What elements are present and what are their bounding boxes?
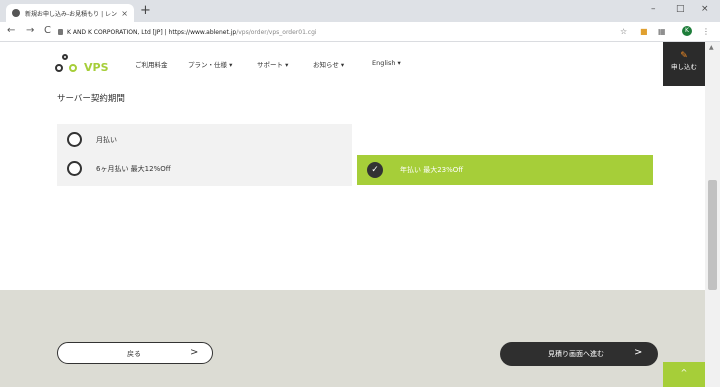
address-bar[interactable]: K AND K CORPORATION, Ltd [JP] | https://…: [58, 25, 613, 39]
globe-icon: [12, 9, 20, 17]
option-label: 6ヶ月払い 最大12%Off: [96, 164, 171, 173]
quote-button-label: 見積り画面へ進む: [548, 350, 604, 358]
nav-item-pricing[interactable]: ご利用料金: [135, 59, 168, 69]
menu-icon[interactable]: ⋮: [702, 27, 710, 36]
section-title: サーバー契約期間: [57, 94, 125, 104]
close-window-button[interactable]: ×: [701, 4, 709, 14]
browser-tab[interactable]: 新規お申し込み-お見積もり | レンタ... ×: [6, 4, 134, 22]
profile-avatar[interactable]: K: [682, 26, 692, 36]
billing-options-panel: 月払い 6ヶ月払い 最大12%Off: [57, 124, 352, 186]
lock-icon: [58, 29, 63, 35]
url-path: /vps/order/vps_order01.cgi: [236, 28, 317, 36]
logo-text: VPS: [84, 61, 109, 74]
star-icon[interactable]: ☆: [620, 27, 627, 36]
checkmark-icon: ✓: [367, 162, 383, 178]
forward-arrow-icon[interactable]: →: [26, 25, 34, 37]
extension-icon[interactable]: ■: [640, 27, 648, 36]
nav-item-news[interactable]: お知らせ ▾: [313, 59, 344, 69]
page-scrollbar[interactable]: ▲: [705, 42, 720, 387]
tab-close-icon[interactable]: ×: [121, 9, 128, 18]
footer-action-band: [0, 290, 705, 387]
back-button-label: 戻る: [127, 350, 141, 358]
url-host: K AND K CORPORATION, Ltd [JP] | https://…: [67, 28, 237, 36]
minimize-button[interactable]: –: [651, 4, 656, 14]
browser-tab-strip: 新規お申し込み-お見積もり | レンタ... × + – □ ×: [0, 0, 720, 22]
nav-item-english[interactable]: English ▾: [372, 59, 401, 67]
proceed-to-quote-button[interactable]: 見積り画面へ進む >: [500, 342, 658, 366]
nav-item-support[interactable]: サポート ▾: [257, 59, 288, 69]
back-arrow-icon[interactable]: ←: [7, 25, 15, 37]
site-header: VPS ご利用料金 プラン・仕様 ▾ サポート ▾ お知らせ ▾ English…: [0, 42, 705, 92]
scroll-to-top-button[interactable]: ^: [663, 362, 705, 387]
option-monthly[interactable]: 月払い: [67, 132, 117, 147]
browser-toolbar: ← → C K AND K CORPORATION, Ltd [JP] | ht…: [0, 22, 720, 42]
scrollbar-thumb[interactable]: [708, 180, 717, 290]
extension-icon[interactable]: ▦: [658, 27, 666, 36]
vps-logo[interactable]: VPS: [55, 52, 115, 80]
apply-button[interactable]: ✎ 申し込む: [663, 42, 705, 86]
nav-item-plans[interactable]: プラン・仕様 ▾: [188, 59, 232, 69]
radio-icon[interactable]: [67, 132, 82, 147]
option-six-month[interactable]: 6ヶ月払い 最大12%Off: [67, 161, 171, 176]
pencil-icon: ✎: [680, 51, 688, 61]
new-tab-button[interactable]: +: [140, 4, 151, 18]
tab-title: 新規お申し込み-お見積もり | レンタ...: [25, 10, 118, 18]
chevron-right-icon: >: [190, 347, 199, 358]
maximize-button[interactable]: □: [676, 4, 685, 14]
chevron-up-icon: ^: [680, 368, 688, 377]
back-button[interactable]: 戻る >: [57, 342, 213, 364]
radio-icon[interactable]: [67, 161, 82, 176]
chevron-right-icon: >: [634, 347, 643, 358]
apply-label: 申し込む: [671, 63, 697, 71]
option-label: 月払い: [96, 135, 117, 144]
reload-icon[interactable]: C: [44, 25, 51, 37]
option-yearly[interactable]: ✓ 年払い 最大23%Off: [357, 155, 653, 185]
option-label: 年払い 最大23%Off: [400, 166, 464, 174]
scroll-up-arrow-icon[interactable]: ▲: [709, 44, 714, 51]
